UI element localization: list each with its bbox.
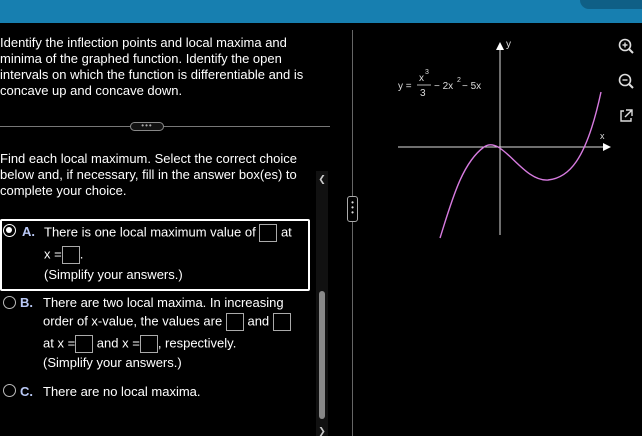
answer-box-max-1[interactable] [225,313,244,331]
choice-b-line-1: There are two local maxima. In increasin… [43,295,284,310]
x-axis-label: x [600,131,605,141]
choice-b-at-x: at x = [43,335,76,351]
choice-b-letter: B. [20,295,33,310]
choice-a-x-label: x = [44,246,62,262]
question-line: intervals on which the function is diffe… [0,67,304,82]
scroll-down-icon[interactable]: ❯ [316,425,328,436]
choice-a-letter: A. [22,224,35,239]
question-line: minima of the graphed function. Identify… [0,51,282,66]
question-line: concave up and concave down. [0,83,183,98]
pane-resize-handle[interactable]: • • • [347,196,358,222]
choice-c-radio[interactable] [3,384,16,397]
scroll-up-icon[interactable]: ❮ [316,173,328,185]
equation-middle-term: − 2x [434,81,453,92]
answer-box-max-value[interactable] [259,224,278,242]
section-drag-handle[interactable]: ••• [130,122,164,131]
instructions-text: Find each local maximum. Select the corr… [0,151,310,199]
choice-b-line-2: order of x-value, the values are and [43,313,291,331]
equation-numerator: x [419,73,424,84]
zoom-in-icon[interactable] [616,36,636,56]
equation-lhs: y = [398,81,412,92]
choice-a-line-1: There is one local maximum value of at [44,224,292,242]
choice-a-line-2: x =. [44,246,83,264]
function-graph: y x y = x 3 3 − 2x 2 − 5x [398,39,611,239]
external-link-icon[interactable] [616,106,636,126]
choice-a-at: at [280,224,292,240]
y-axis-label: y [506,39,511,50]
choice-b-line-3: at x = and x = , respectively. [43,335,236,353]
scrollbar-thumb[interactable] [319,291,325,419]
choice-b-radio[interactable] [3,296,16,309]
answer-box-max-2[interactable] [272,313,291,331]
choice-c-text: There are no local maxima. [43,384,201,399]
equation-denominator: 3 [420,88,426,99]
choice-b-note: (Simplify your answers.) [43,355,182,370]
question-line: Identify the inflection points and local… [0,35,287,50]
choice-b-and-x: and x = [96,335,140,351]
question-text: Identify the inflection points and local… [0,35,320,99]
section-divider [0,126,330,127]
instruction-line: complete your choice. [0,183,127,198]
top-banner [0,0,642,23]
equation-numerator-exponent: 3 [425,69,429,76]
choice-b-respectively: , respectively. [157,335,237,351]
equation-tail-term: − 5x [462,81,481,92]
choice-a-radio[interactable] [3,224,16,237]
banner-tab [580,0,642,9]
instruction-line: below and, if necessary, fill in the ans… [0,167,297,182]
pane-splitter[interactable] [352,30,353,436]
choice-b-and: and [247,313,270,329]
zoom-out-icon[interactable] [616,71,636,91]
function-curve [439,91,602,239]
answer-box-x-value[interactable] [61,246,80,264]
instruction-line: Find each local maximum. Select the corr… [0,151,297,166]
choice-a[interactable]: A. There is one local maximum value of a… [0,219,310,291]
answer-box-x-2[interactable] [139,335,158,353]
choice-a-text: There is one local maximum value of [44,224,256,240]
choice-b[interactable]: B. There are two local maxima. In increa… [0,293,312,373]
choice-c-letter: C. [20,384,33,399]
choice-b-text: order of x-value, the values are [43,313,223,329]
choice-c[interactable]: C. There are no local maxima. [0,383,312,403]
answer-box-x-1[interactable] [75,335,94,353]
choice-a-note: (Simplify your answers.) [44,267,183,282]
question-pane: Identify the inflection points and local… [0,23,330,436]
choice-a-period: . [79,246,84,262]
equation-middle-exponent: 2 [457,77,461,84]
